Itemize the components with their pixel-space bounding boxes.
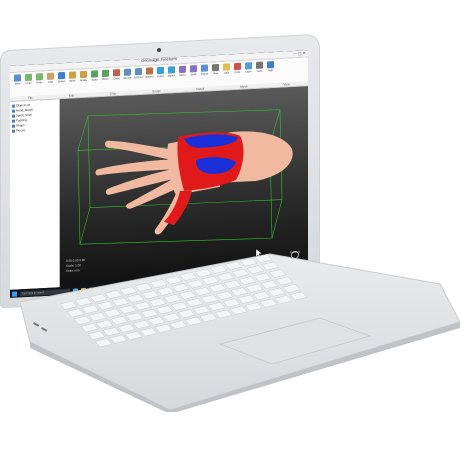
- ribbon-tool-label: Carve: [113, 77, 120, 81]
- undo-icon: [25, 73, 32, 82]
- ribbon-tool-label: Help: [267, 69, 274, 73]
- ribbon-tool-tools-button[interactable]: Tools: [255, 61, 264, 80]
- tools-icon: [256, 61, 263, 69]
- ribbon-tool-deform-button[interactable]: Deform: [145, 67, 154, 85]
- ribbon-tool-scale-button[interactable]: Scale: [90, 70, 99, 88]
- select-icon: [58, 71, 65, 80]
- ribbon-tool-label: Mesh: [179, 73, 186, 77]
- object-icon: [12, 119, 15, 123]
- layer-icon: [245, 62, 252, 70]
- ribbon-tool-label: Scale: [91, 78, 98, 82]
- ribbon-tool-help-button[interactable]: Help: [266, 61, 275, 79]
- color-icon: [234, 62, 241, 71]
- ribbon-tool-clay-button[interactable]: Clay: [46, 72, 55, 91]
- ribbon-tool-layer-button[interactable]: Layer: [244, 62, 253, 80]
- ribbon-tool-light-button[interactable]: Light: [222, 63, 231, 81]
- emboss-icon: [135, 67, 142, 76]
- ribbon-tool-label: Rotate: [79, 78, 88, 83]
- ribbon-tool-label: Layer: [245, 70, 252, 74]
- ribbon-tool-move-button[interactable]: Move: [68, 71, 77, 89]
- ribbon-tool-label: Light: [223, 71, 230, 75]
- finger-index: [105, 140, 172, 160]
- save-icon: [14, 74, 21, 82]
- help-icon: [267, 61, 274, 69]
- ribbon-tool-label: Solid: [190, 73, 197, 77]
- object-icon: [12, 104, 15, 108]
- light-icon: [223, 63, 230, 71]
- ribbon-tool-curve-button[interactable]: Curve: [156, 66, 165, 85]
- solid-icon: [190, 65, 197, 73]
- ribbon-tool-redo-button[interactable]: Redo: [35, 73, 44, 91]
- ribbon-tool-label: Clay: [47, 80, 53, 84]
- object-icon: [12, 114, 15, 118]
- ribbon-tool-sketch-button[interactable]: Sketch: [167, 66, 176, 84]
- ribbon-tool-label: Mirror: [102, 77, 109, 82]
- ribbon-group-view: View: [283, 82, 290, 87]
- ribbon-tool-label: Move: [69, 79, 76, 83]
- ribbon-tool-solid-button[interactable]: Solid: [189, 65, 198, 83]
- ribbon-tool-label: Tools: [256, 69, 263, 73]
- tree-item-label: Pieces: [16, 128, 26, 133]
- ribbon-tool-smooth-button[interactable]: Smooth: [123, 68, 132, 86]
- window-controls[interactable]: — ▢ ✕: [293, 50, 306, 56]
- start-icon[interactable]: [12, 290, 17, 297]
- curve-icon: [157, 66, 164, 75]
- window-title: Geomagic Freeform: [141, 56, 177, 63]
- ribbon-tool-label: Select: [58, 79, 65, 84]
- ribbon-group-detail: Detail: [196, 86, 205, 92]
- ribbon-tool-carve-button[interactable]: Carve: [112, 69, 121, 87]
- ribbon-tool-label: Export: [200, 72, 209, 76]
- ribbon-group-sculpt: Sculpt: [152, 88, 161, 94]
- ribbon-group-mesh: Mesh: [240, 84, 248, 89]
- carve-icon: [113, 69, 120, 77]
- smooth-icon: [124, 68, 131, 76]
- ribbon-group-clay: Clay: [110, 91, 117, 96]
- object-icon: [12, 124, 15, 128]
- sketch-icon: [168, 66, 175, 74]
- ribbon-tool-label: Redo: [36, 81, 43, 85]
- ribbon-tool-label: View: [212, 71, 219, 76]
- scale-icon: [91, 70, 98, 78]
- ribbon-tool-label: Color: [234, 70, 241, 75]
- object-icon: [12, 129, 15, 133]
- tree-item[interactable]: Pieces: [12, 126, 57, 133]
- ribbon-tool-view-button[interactable]: View: [211, 63, 220, 82]
- ribbon-tool-label: Emboss: [133, 75, 144, 80]
- ribbon-tool-mirror-button[interactable]: Mirror: [101, 69, 110, 88]
- ribbon-tool-mesh-button[interactable]: Mesh: [178, 65, 187, 84]
- rotate-icon: [80, 70, 87, 79]
- mesh-icon: [179, 65, 186, 74]
- move-icon: [69, 71, 76, 79]
- mirror-icon: [102, 69, 109, 78]
- ribbon-tool-label: Undo: [25, 81, 32, 86]
- export-icon: [201, 64, 208, 72]
- ribbon-tool-label: Smooth: [123, 76, 132, 80]
- webcam: [157, 47, 161, 53]
- ribbon-tool-rotate-button[interactable]: Rotate: [79, 70, 88, 89]
- ribbon-tool-export-button[interactable]: Export: [200, 64, 209, 82]
- object-icon: [12, 109, 15, 113]
- ribbon-group-file: File: [28, 95, 33, 100]
- ribbon-tool-label: Curve: [157, 74, 164, 79]
- ribbon-tool-save-button[interactable]: Save: [13, 74, 22, 92]
- ribbon-tool-emboss-button[interactable]: Emboss: [133, 67, 144, 86]
- clay-icon: [47, 72, 54, 80]
- laptop-base: [20, 253, 460, 412]
- ribbon-tool-undo-button[interactable]: Undo: [24, 73, 33, 92]
- deform-icon: [146, 67, 153, 75]
- ribbon-tool-select-button[interactable]: Select: [57, 71, 66, 90]
- view-icon: [212, 63, 219, 72]
- ribbon-tool-label: Sketch: [167, 74, 176, 78]
- ribbon-tool-label: Deform: [145, 75, 154, 79]
- ribbon-tool-label: Save: [14, 82, 21, 86]
- redo-icon: [36, 73, 43, 81]
- ribbon-group-edit: Edit: [68, 93, 75, 98]
- ribbon-tool-color-button[interactable]: Color: [233, 62, 242, 81]
